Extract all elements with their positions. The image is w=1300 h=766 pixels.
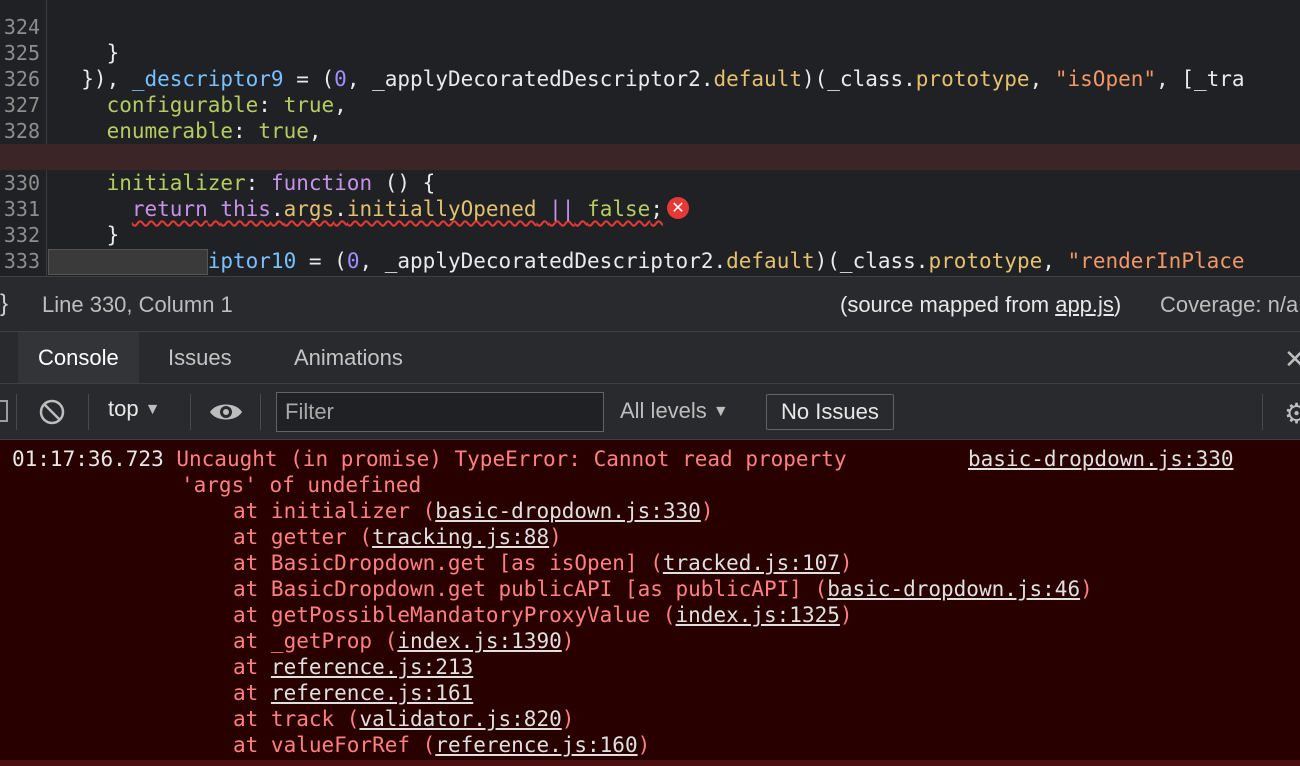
frame-text: at (233, 655, 271, 679)
code-line-error[interactable]: 330 return this.args.initiallyOpened || … (0, 144, 1300, 221)
code-editor[interactable]: 324 } 325 }), _descriptor9 = (0, _applyD… (0, 0, 1300, 276)
tab-issues[interactable]: Issues (148, 332, 252, 383)
frame-text: at getter ( (233, 525, 373, 549)
stack-frame: at getter (tracking.js:88) (233, 524, 562, 550)
stack-frame: at _getProp (index.js:1390) (233, 628, 574, 654)
stack-frame: at valueForRef (reference.js:160) (233, 732, 650, 758)
context-selector[interactable]: top ▼ (108, 396, 160, 422)
frame-suffix: ) (839, 551, 853, 575)
frame-text: at (233, 681, 271, 705)
stack-frame: at BasicDropdown.get [as isOpen] (tracke… (233, 550, 853, 576)
stack-frame: at track (validator.js:820) (233, 706, 574, 732)
console-error-message[interactable]: 01:17:36.723 Uncaught (in promise) TypeE… (12, 446, 846, 472)
source-link[interactable]: basic-dropdown.js:330 (968, 446, 1234, 472)
source-map-link[interactable]: app.js (1055, 292, 1114, 317)
frame-text: at BasicDropdown.get [as isOpen] ( (233, 551, 663, 575)
stack-frame: at reference.js:213 (233, 654, 473, 680)
clear-console-icon[interactable] (38, 398, 66, 431)
code-line[interactable]: 326 configurable: true, (0, 40, 1300, 117)
frame-text: at getPossibleMandatoryProxyValue ( (233, 603, 676, 627)
sidebar-toggle-icon[interactable] (0, 400, 8, 422)
cursor-position: Line 330, Column 1 (42, 292, 233, 317)
frame-text: at initializer ( (233, 499, 436, 523)
stack-frame: at reference.js:161 (233, 680, 473, 706)
frame-text: at track ( (233, 707, 360, 731)
error-text-continued: 'args' of undefined (181, 473, 422, 497)
toolbar-divider (260, 394, 261, 430)
toolbar-divider (88, 394, 89, 430)
frame-link[interactable]: reference.js:213 (271, 655, 473, 679)
code-line[interactable]: 331 } (0, 170, 1300, 247)
code-line[interactable]: 329 initializer: function () { (0, 118, 1300, 195)
source-map-prefix: (source mapped from (840, 292, 1056, 317)
horizontal-scrollbar[interactable] (48, 249, 208, 275)
console-toolbar: top ▼ All levels ▼ No Issues ⚙ (0, 384, 1300, 440)
gear-icon[interactable]: ⚙ (1284, 397, 1300, 430)
code-line[interactable]: 328 writable: true, (0, 92, 1300, 169)
editor-status-bar: } Line 330, Column 1 (source mapped from… (0, 276, 1300, 332)
eye-icon[interactable] (208, 398, 244, 431)
source-map-suffix: ) (1113, 292, 1122, 317)
code-line[interactable]: 333 configurable: true, (0, 222, 1300, 276)
frame-suffix: ) (1080, 577, 1093, 601)
frame-link[interactable]: tracking.js:88 (372, 525, 549, 549)
chevron-down-icon: ▼ (712, 403, 729, 420)
frame-link[interactable]: index.js:1325 (676, 603, 840, 627)
issues-button[interactable]: No Issues (766, 394, 894, 430)
toolbar-divider (16, 394, 17, 430)
frame-suffix: ) (839, 603, 853, 627)
drawer-tab-bar: Console Issues Animations ✕ (0, 332, 1300, 384)
frame-suffix: ) (549, 525, 562, 549)
chevron-down-icon: ▼ (144, 401, 161, 418)
code-line[interactable]: 325 }), _descriptor9 = (0, _applyDecorat… (0, 14, 1300, 91)
frame-link[interactable]: reference.js:161 (271, 681, 473, 705)
pretty-print-button[interactable]: } (0, 290, 8, 318)
frame-text: at _getProp ( (233, 629, 398, 653)
stack-frame: at BasicDropdown.get publicAPI [as publi… (233, 576, 1093, 602)
code-line[interactable]: 332 }), _descriptor10 = (0, _applyDecora… (0, 196, 1300, 273)
frame-link[interactable]: index.js:1390 (397, 629, 561, 653)
stack-frame: at initializer (basic-dropdown.js:330) (233, 498, 713, 524)
console-output[interactable]: 01:17:36.723 Uncaught (in promise) TypeE… (0, 440, 1300, 766)
error-text: Uncaught (in promise) TypeError: Cannot … (176, 447, 847, 471)
frame-suffix: ) (700, 499, 714, 523)
stack-frame: at getPossibleMandatoryProxyValue (index… (233, 602, 853, 628)
toolbar-divider (190, 394, 191, 430)
toolbar-divider (1262, 394, 1263, 430)
frame-text: at valueForRef ( (233, 733, 436, 757)
close-drawer-icon[interactable]: ✕ (1284, 344, 1300, 375)
log-levels-value: All levels (620, 398, 707, 423)
frame-text: at BasicDropdown.get publicAPI [as publi… (233, 577, 828, 601)
coverage-status: Coverage: n/a (1160, 292, 1299, 317)
frame-suffix: ) (637, 733, 651, 757)
frame-link[interactable]: reference.js:160 (435, 733, 637, 757)
code-line[interactable]: 327 enumerable: true, (0, 66, 1300, 143)
frame-link[interactable]: basic-dropdown.js:46 (827, 577, 1080, 601)
log-levels-dropdown[interactable]: All levels ▼ (620, 398, 729, 424)
filter-input[interactable] (276, 392, 604, 432)
frame-suffix: ) (561, 629, 575, 653)
code-line[interactable]: 324 } (0, 0, 1300, 65)
frame-suffix: ) (561, 707, 575, 731)
timestamp: 01:17:36.723 (12, 447, 164, 471)
frame-link[interactable]: tracked.js:107 (663, 551, 840, 575)
frame-link[interactable]: basic-dropdown.js:330 (435, 499, 701, 523)
tab-animations[interactable]: Animations (274, 332, 423, 383)
source-map-info: (source mapped from app.js) (840, 292, 1121, 318)
context-value: top (108, 396, 139, 421)
tab-console[interactable]: Console (18, 332, 139, 383)
frame-link[interactable]: validator.js:820 (359, 707, 561, 731)
